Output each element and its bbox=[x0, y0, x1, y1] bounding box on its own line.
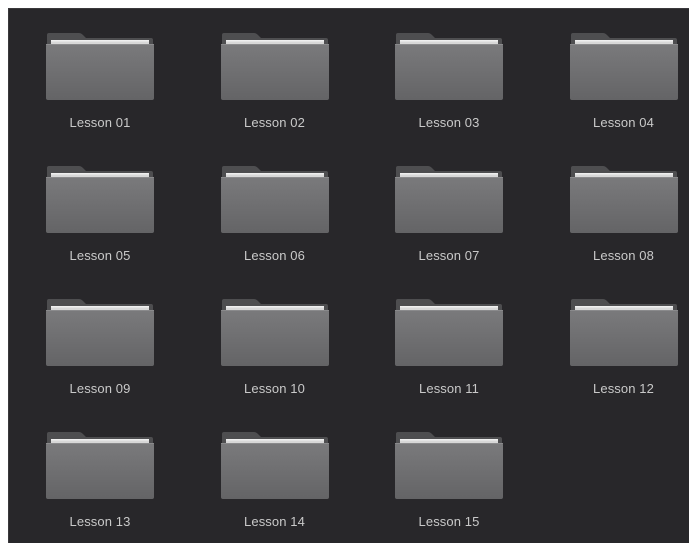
window: Lesson 01Lesson 02Lesson 03Lesson 04Less… bbox=[0, 0, 689, 543]
folder-item[interactable]: Lesson 12 bbox=[544, 275, 684, 400]
folder-item[interactable]: Lesson 06 bbox=[195, 142, 335, 267]
folder-label: Lesson 09 bbox=[20, 381, 180, 396]
folder-label: Lesson 14 bbox=[195, 514, 355, 529]
folder-label: Lesson 15 bbox=[369, 514, 529, 529]
folder-label: Lesson 03 bbox=[369, 115, 529, 130]
folder-item[interactable]: Lesson 11 bbox=[369, 275, 509, 400]
folder-label: Lesson 07 bbox=[369, 248, 529, 263]
folder-item[interactable]: Lesson 15 bbox=[369, 408, 509, 533]
folder-label: Lesson 01 bbox=[20, 115, 180, 130]
folder-icon bbox=[220, 158, 330, 234]
media-pool-bin: Lesson 01Lesson 02Lesson 03Lesson 04Less… bbox=[8, 8, 689, 543]
folder-icon bbox=[45, 25, 155, 101]
folder-item[interactable]: Lesson 08 bbox=[544, 142, 684, 267]
folder-icon bbox=[569, 158, 679, 234]
folder-label: Lesson 05 bbox=[20, 248, 180, 263]
folder-item[interactable]: Lesson 05 bbox=[20, 142, 160, 267]
folder-icon bbox=[220, 424, 330, 500]
folder-icon bbox=[220, 291, 330, 367]
folder-item[interactable]: Lesson 03 bbox=[369, 9, 509, 134]
folder-icon bbox=[220, 25, 330, 101]
folder-item[interactable]: Lesson 10 bbox=[195, 275, 335, 400]
folder-icon bbox=[569, 291, 679, 367]
folder-item[interactable]: Lesson 07 bbox=[369, 142, 509, 267]
folder-grid: Lesson 01Lesson 02Lesson 03Lesson 04Less… bbox=[9, 9, 689, 544]
folder-label: Lesson 04 bbox=[544, 115, 689, 130]
folder-label: Lesson 11 bbox=[369, 381, 529, 396]
folder-item[interactable]: Lesson 13 bbox=[20, 408, 160, 533]
folder-icon bbox=[569, 25, 679, 101]
folder-icon bbox=[394, 291, 504, 367]
folder-label: Lesson 12 bbox=[544, 381, 689, 396]
folder-label: Lesson 13 bbox=[20, 514, 180, 529]
folder-icon bbox=[45, 424, 155, 500]
folder-icon bbox=[45, 158, 155, 234]
folder-label: Lesson 06 bbox=[195, 248, 355, 263]
folder-icon bbox=[394, 25, 504, 101]
folder-icon bbox=[394, 424, 504, 500]
folder-item[interactable]: Lesson 04 bbox=[544, 9, 684, 134]
folder-label: Lesson 02 bbox=[195, 115, 355, 130]
folder-item[interactable]: Lesson 14 bbox=[195, 408, 335, 533]
folder-item[interactable]: Lesson 01 bbox=[20, 9, 160, 134]
folder-label: Lesson 08 bbox=[544, 248, 689, 263]
folder-label: Lesson 10 bbox=[195, 381, 355, 396]
folder-icon bbox=[45, 291, 155, 367]
folder-item[interactable]: Lesson 09 bbox=[20, 275, 160, 400]
folder-icon bbox=[394, 158, 504, 234]
folder-item[interactable]: Lesson 02 bbox=[195, 9, 335, 134]
